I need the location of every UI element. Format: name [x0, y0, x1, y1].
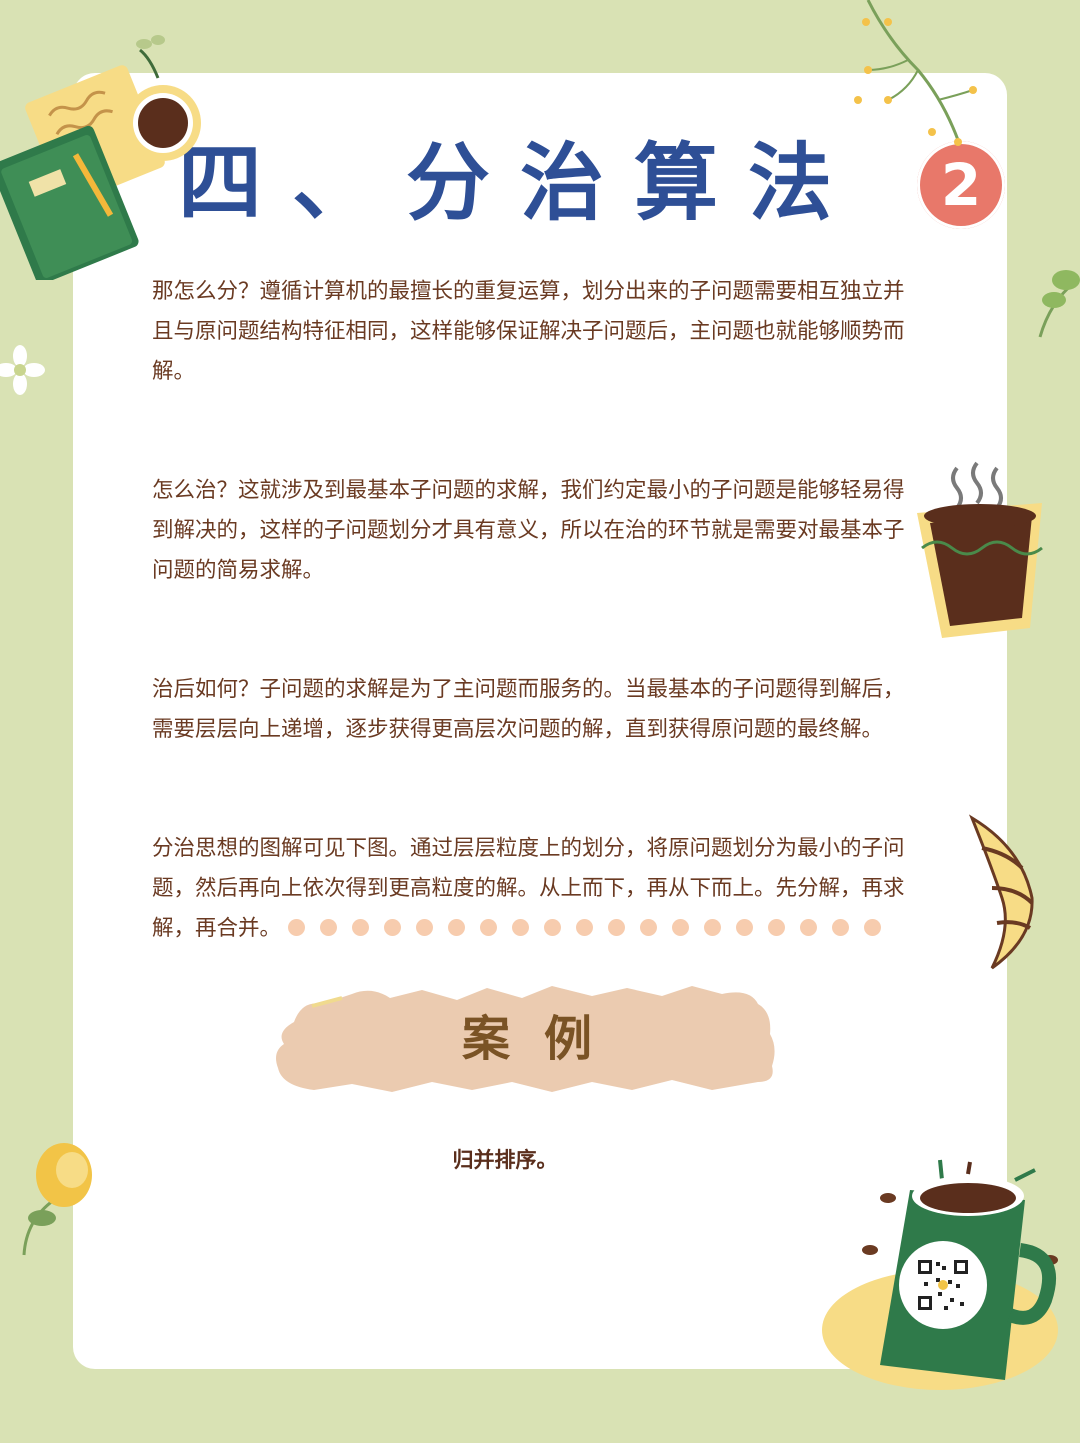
paragraph: 那怎么分？遵循计算机的最擅长的重复运算，划分出来的子问题需要相互独立并且与原问题… — [152, 279, 905, 384]
page-number-badge: 2 — [917, 141, 1005, 229]
divider-dot — [416, 919, 433, 936]
divider-dot — [608, 919, 625, 936]
divider-dot — [448, 919, 465, 936]
divider-dot — [736, 919, 753, 936]
leaf-icon — [1038, 270, 1080, 338]
article-body: 那怎么分？遵循计算机的最擅长的重复运算，划分出来的子问题需要相互独立并且与原问题… — [152, 272, 922, 1028]
divider-dot — [544, 919, 561, 936]
divider-dot — [288, 919, 305, 936]
divider-dot — [576, 919, 593, 936]
page-title: 四、分治算法 — [178, 134, 863, 232]
divider-dot — [352, 919, 369, 936]
lemon-flower-icon — [22, 1143, 92, 1256]
divider-dot — [640, 919, 657, 936]
divider-dot — [672, 919, 689, 936]
divider-dot — [800, 919, 817, 936]
divider-dot — [480, 919, 497, 936]
divider-dot — [704, 919, 721, 936]
divider-dot — [384, 919, 401, 936]
divider-dot — [512, 919, 529, 936]
coffee-pot-icon — [917, 461, 1043, 638]
daisy-icon — [0, 345, 45, 395]
divider-dot — [864, 919, 881, 936]
paragraph: 怎么治？这就涉及到最基本子问题的求解，我们约定最小的子问题是能够轻易得到解决的，… — [152, 478, 905, 583]
qr-code-icon — [899, 1241, 987, 1329]
case-label: 案例 — [461, 1011, 626, 1067]
divider-dot — [320, 919, 337, 936]
croissant-icon — [968, 814, 1034, 970]
example-text: 归并排序。 — [452, 1148, 558, 1172]
dotted-divider — [288, 919, 888, 937]
divider-dot — [768, 919, 785, 936]
flower-branch-icon — [854, 0, 977, 146]
divider-dot — [832, 919, 849, 936]
paragraph: 治后如何？子问题的求解是为了主问题而服务的。当最基本的子问题得到解后，需要层层向… — [152, 677, 905, 742]
coffee-cup-icon — [125, 35, 201, 161]
